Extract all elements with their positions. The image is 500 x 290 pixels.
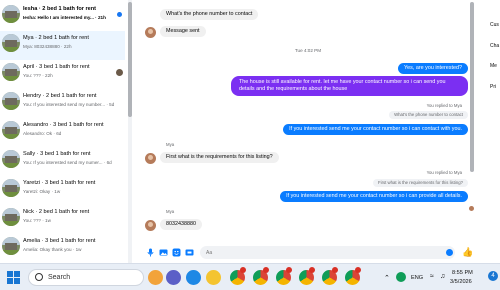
screen: Iesha · 2 bed 1 bath for rent Iesha: Hel… [0,0,500,290]
reply-label: You replied to Mya [426,103,462,108]
chat-scrollbar[interactable] [470,0,474,263]
listing-thumbnail [2,92,20,110]
conversation-preview: You: If you interested send my number...… [23,102,115,107]
sticker-icon[interactable] [172,248,181,257]
incoming-message[interactable]: First what is the requirements for this … [160,152,279,163]
conversation-title: Iesha · 2 bed 1 bath for rent [23,6,97,12]
conversation-preview: You: ??? · 1w [23,218,51,223]
conversation-item[interactable]: Amelia · 3 bed 1 bath for rent Amelia: O… [0,234,125,263]
message-input[interactable] [200,246,455,259]
conversation-item[interactable]: April · 3 bed 1 bath for rent You: ??? ·… [0,60,125,89]
conversation-preview: You: If you interested send my numer... … [23,160,112,165]
conversation-item[interactable]: Sally · 3 bed 1 bath for rent You: If yo… [0,147,125,176]
outgoing-message[interactable]: If you interested send me your contact n… [283,124,468,135]
reply-quote[interactable]: First what is the requirements for this … [372,179,468,187]
file-explorer-icon[interactable] [206,270,221,285]
conversation-preview: Amelia: Okay thank you · 1w [23,247,82,252]
sender-name: Mya [166,209,175,214]
conversation-preview: Alesandro: Ok · 6d [23,131,62,136]
info-item[interactable]: Cus [490,22,499,28]
incoming-message[interactable]: What's the phone number to contact [160,9,259,20]
listing-thumbnail [2,63,20,81]
notification-badge-icon [286,267,292,273]
conversation-title: Hendry · 2 bed 1 bath for rent [23,93,97,99]
thumbs-up-icon[interactable]: 👍 [462,247,473,257]
conversation-title: April · 3 bed 1 bath for rent [23,64,90,70]
taskbar-search[interactable]: Search [28,269,144,286]
windows-taskbar: Search ⌃ ENG ≈ ♫ 8:55 PM 3/5/2026 4 [0,263,500,290]
outgoing-message[interactable]: The house is still available for rent. l… [231,76,468,96]
info-item[interactable]: Cha [490,43,499,49]
outgoing-message[interactable]: Yes, are you interested? [398,63,468,74]
outgoing-message[interactable]: If you interested send me your contact n… [280,191,468,202]
conversation-item-active[interactable]: Mya · 2 bed 1 bath for rent Mya: 8032438… [0,31,125,60]
microphone-icon[interactable] [146,248,155,257]
contact-avatar [145,153,156,164]
notification-badge-icon [309,267,315,273]
conversation-title: Yaretzi · 3 bed 1 bath for rent [23,180,96,186]
conversation-scrollbar[interactable] [128,0,132,263]
reply-label: You replied to Mya [426,170,462,175]
conversation-title: Amelia · 3 bed 1 bath for rent [23,238,96,244]
conversation-title: Mya · 2 bed 1 bath for rent [23,35,89,41]
listing-thumbnail [2,179,20,197]
conversation-title: Alesandro · 3 bed 1 bath for rent [23,122,104,128]
conversation-preview: You: ??? · 22h [23,73,53,78]
sender-name: Mya [166,142,175,147]
seen-avatar-icon [116,69,123,76]
image-icon[interactable] [159,248,168,257]
taskbar-search-label: Search [48,274,71,281]
emoji-icon[interactable] [446,249,453,256]
wifi-icon[interactable]: ≈ [430,273,434,280]
contact-avatar [145,27,156,38]
info-item[interactable]: Me [490,63,497,69]
conversation-item[interactable]: Iesha · 2 bed 1 bath for rent Iesha: Hel… [0,2,125,31]
conversation-preview: Yaretzi: Okay · 1w [23,189,61,194]
chevron-up-icon[interactable]: ⌃ [384,274,390,282]
info-panel: Cus Cha Me Pri [478,0,500,263]
listing-thumbnail [2,121,20,139]
listing-thumbnail [2,150,20,168]
conversation-item[interactable]: Hendry · 2 bed 1 bath for rent You: If y… [0,89,125,118]
listing-thumbnail [2,237,20,255]
edge-icon[interactable] [186,270,201,285]
contact-avatar [145,220,156,231]
windows-start-icon[interactable] [7,271,20,284]
reply-quote[interactable]: What's the phone number to contact [389,111,468,119]
notification-badge-icon [355,267,361,273]
notification-badge-icon [332,267,338,273]
language-indicator[interactable]: ENG [411,275,423,281]
conversation-item[interactable]: Nick · 2 bed 1 bath for rent You: ??? · … [0,205,125,234]
gif-icon[interactable] [185,248,194,257]
listing-thumbnail [2,5,20,23]
notification-badge-icon [240,267,246,273]
teams-icon[interactable] [166,270,181,285]
chat-thread: What's the phone number to contact Messa… [140,0,476,263]
clock-time[interactable]: 8:55 PM [452,270,473,276]
info-item[interactable]: Pri [490,84,496,90]
listing-thumbnail [2,208,20,226]
conversation-item[interactable]: Yaretzi · 3 bed 1 bath for rent Yaretzi:… [0,176,125,205]
search-icon [35,273,43,281]
tray-app-icon[interactable] [396,272,406,282]
conversation-title: Nick · 2 bed 1 bath for rent [23,209,90,215]
clock-date[interactable]: 3/5/2026 [450,279,472,285]
thread-timestamp: Tue 4:02 PM [294,48,322,53]
listing-thumbnail [2,34,20,52]
conversation-preview: Mya: 8032438880 · 22h [23,44,72,49]
message-composer: 👍 [140,243,476,263]
unread-dot-icon [117,12,122,17]
notification-count[interactable]: 4 [488,271,498,281]
conversation-title: Sally · 3 bed 1 bath for rent [23,151,91,157]
notification-badge-icon [263,267,269,273]
volume-icon[interactable]: ♫ [440,273,445,280]
conversation-item[interactable]: Alesandro · 3 bed 1 bath for rent Alesan… [0,118,125,147]
widgets-icon[interactable] [148,270,163,285]
incoming-message[interactable]: 8032438880 [160,219,202,230]
conversation-list: Iesha · 2 bed 1 bath for rent Iesha: Hel… [0,0,132,263]
incoming-message[interactable]: Message sent [160,26,206,37]
conversation-preview: Iesha: Hello I am interested my... · 21h [23,15,106,20]
